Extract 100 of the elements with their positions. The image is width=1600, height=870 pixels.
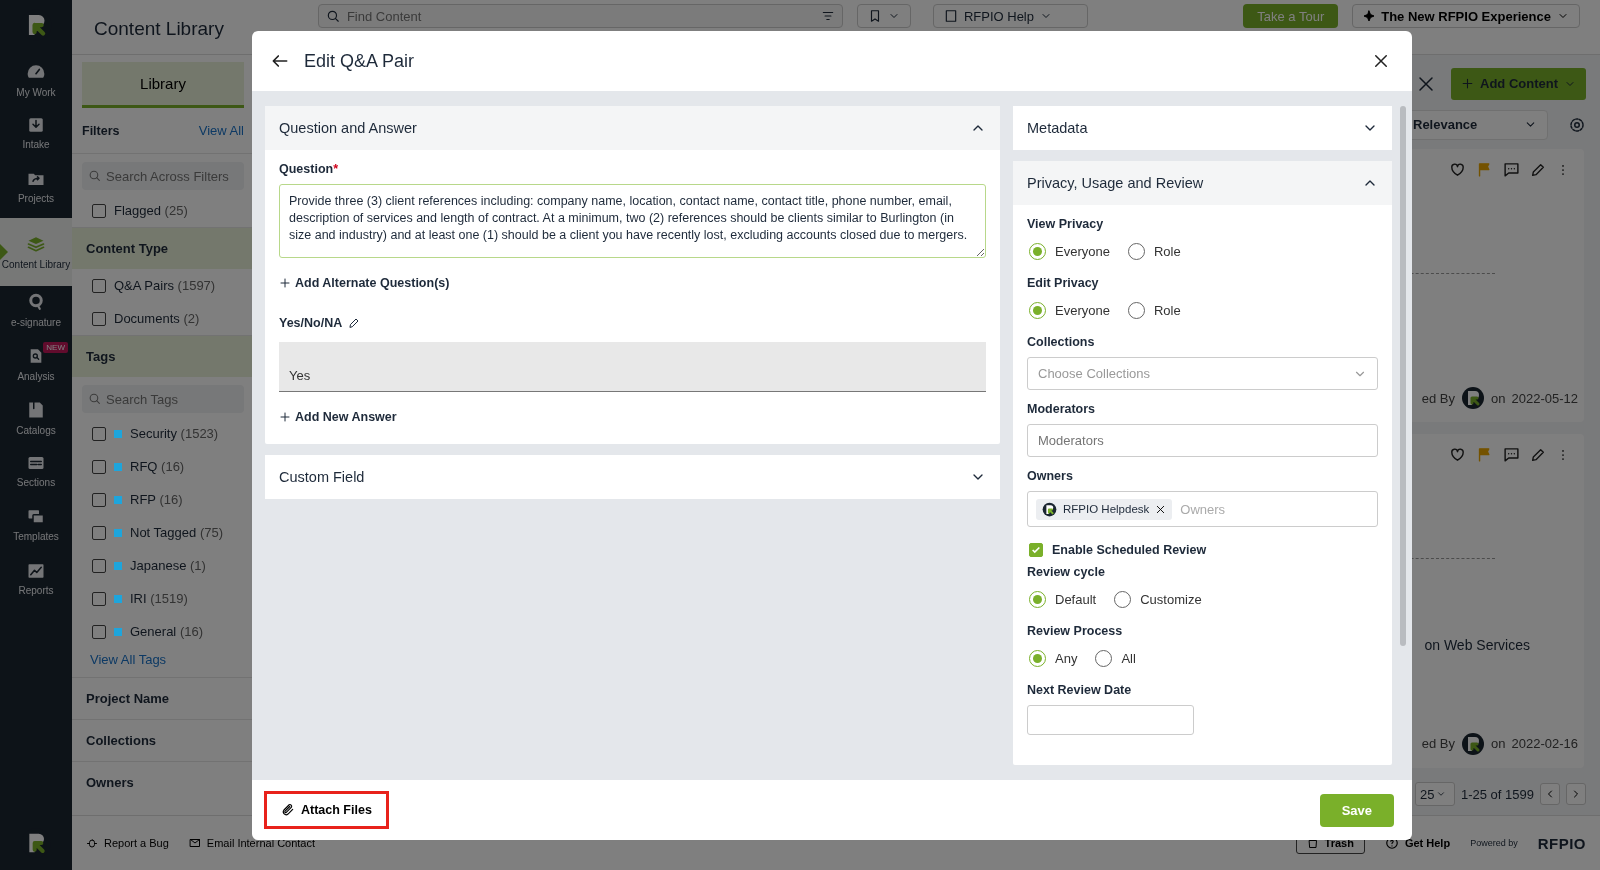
- bug-icon: [86, 837, 98, 849]
- checkbox[interactable]: [92, 591, 106, 606]
- checkbox[interactable]: [92, 311, 106, 326]
- tag-search-field[interactable]: Search Tags: [82, 385, 244, 413]
- radio-option[interactable]: All: [1095, 650, 1136, 667]
- nav-item[interactable]: Sections: [0, 448, 72, 502]
- on-label: on: [1491, 390, 1506, 406]
- avatar-logo-icon: [1461, 386, 1486, 411]
- radio-option[interactable]: Role: [1127, 243, 1181, 260]
- nav-item[interactable]: NEW Analysis: [0, 340, 72, 394]
- author-label: ed By: [1421, 390, 1456, 406]
- filter-group-header[interactable]: Content Type: [72, 227, 254, 269]
- date-field[interactable]: [1027, 705, 1194, 735]
- answer-label: Yes/No/NA: [279, 316, 343, 330]
- radio-option[interactable]: Everyone: [1029, 243, 1110, 260]
- remove-icon[interactable]: [1155, 503, 1167, 515]
- answer-field[interactable]: Yes: [279, 342, 986, 392]
- radio-option[interactable]: Any: [1029, 650, 1078, 667]
- checkbox[interactable]: [92, 203, 106, 218]
- field-label: View Privacy: [1027, 217, 1105, 231]
- mail-icon: [188, 837, 201, 849]
- field-label: Review Process: [1027, 624, 1124, 638]
- field-label: Edit Privacy: [1027, 276, 1100, 290]
- filter-option-label: Security (1523): [130, 426, 219, 441]
- nav-item[interactable]: Projects: [0, 164, 72, 218]
- previous-page-button[interactable]: [1540, 783, 1560, 806]
- nav-item[interactable]: Reports: [0, 556, 72, 610]
- owners-field[interactable]: RFPIO Helpdesk Owners: [1027, 491, 1378, 527]
- field-label: Next Review Date: [1027, 683, 1133, 697]
- view-all-link[interactable]: View All: [198, 123, 244, 138]
- filter-search-field[interactable]: Search Across Filters: [82, 162, 244, 190]
- nav-item[interactable]: e-signature: [0, 286, 72, 340]
- experience-button[interactable]: The New RFPIO Experience: [1352, 4, 1580, 28]
- owners-placeholder: Owners: [1180, 501, 1226, 517]
- add-answer-link[interactable]: Add New Answer: [279, 410, 397, 424]
- section-header[interactable]: Custom Field: [265, 455, 1000, 499]
- filter-option-label: Q&A Pairs (1597): [114, 278, 216, 293]
- view-all-tags-link[interactable]: View All Tags: [90, 652, 167, 667]
- nav-item[interactable]: Catalogs: [0, 394, 72, 448]
- plus-icon: [279, 277, 291, 289]
- pencil-icon: [348, 317, 361, 329]
- card-date: 2022-05-12: [1511, 390, 1578, 406]
- question-label: Question*: [279, 162, 340, 176]
- checkbox[interactable]: [92, 525, 106, 540]
- section-header[interactable]: Metadata: [1013, 106, 1392, 150]
- signature-icon: [27, 292, 45, 312]
- filter-option-label: RFP (16): [130, 492, 183, 507]
- email-contact-link[interactable]: Email Internal Contact: [188, 837, 316, 849]
- add-alternate-link[interactable]: Add Alternate Question(s): [279, 276, 450, 290]
- close-icon: [1372, 52, 1390, 70]
- help-dropdown[interactable]: RFPIO Help: [932, 4, 1088, 28]
- report-bug-link[interactable]: Report a Bug: [86, 837, 169, 849]
- sections-icon: [26, 454, 46, 472]
- checkbox[interactable]: [92, 459, 106, 474]
- search-field[interactable]: Find Content: [317, 4, 843, 28]
- catalog-icon: [27, 400, 45, 420]
- checkbox[interactable]: [92, 558, 106, 573]
- checkbox[interactable]: [1029, 543, 1043, 557]
- close-button[interactable]: [1372, 52, 1390, 70]
- download-tray-icon: [27, 116, 45, 134]
- nav-item[interactable]: My Work: [0, 56, 72, 110]
- active-indicator: [0, 244, 8, 260]
- bookmark-dropdown[interactable]: [856, 4, 911, 28]
- on-label: on: [1491, 736, 1506, 752]
- radio-option[interactable]: Customize: [1114, 591, 1202, 608]
- filters-title: Filters: [82, 123, 120, 138]
- collections-select[interactable]: Choose Collections: [1027, 357, 1378, 390]
- filter-option-label: RFQ (16): [130, 459, 185, 474]
- checkbox[interactable]: [92, 624, 106, 639]
- page-size-select[interactable]: 25: [1415, 782, 1455, 807]
- radio-option[interactable]: Role: [1127, 302, 1181, 319]
- next-page-button[interactable]: [1566, 783, 1586, 806]
- section-header[interactable]: Question and Answer: [265, 106, 1000, 150]
- dialog-title: Edit Q&A Pair: [304, 50, 416, 72]
- library-tab[interactable]: Library: [82, 62, 244, 108]
- checkbox[interactable]: [92, 278, 106, 293]
- filter-option-label: Japanese (1): [130, 558, 206, 573]
- search-icon: [88, 392, 101, 405]
- moderators-field[interactable]: Moderators: [1027, 424, 1378, 457]
- trash-icon: [1306, 837, 1319, 849]
- filter-icon: [820, 9, 835, 23]
- checkbox[interactable]: [92, 492, 106, 507]
- question-field[interactable]: Provide three (3) client references including: company name, location, contact name, contact title, phone number, email, description of services and length of contract. At a minimum, two (2) references should be clients similar to Burlington (in size and industry) and at least one (1) should be a client you have recently lost, excluding accounts closed due to mergers.: [279, 184, 986, 258]
- save-button[interactable]: Save: [1319, 793, 1394, 827]
- filter-option-label: Documents (2): [114, 311, 200, 326]
- nav-item[interactable]: Intake: [0, 110, 72, 164]
- chip-label: RFPIO Helpdesk: [1063, 503, 1150, 515]
- field-label: Collections: [1027, 335, 1096, 349]
- filter-group-header[interactable]: Tags: [72, 335, 254, 377]
- get-help-link[interactable]: Get Help: [1384, 836, 1451, 850]
- plus-icon: [1461, 77, 1474, 91]
- nav-item[interactable]: Templates: [0, 502, 72, 556]
- templates-icon: [26, 508, 46, 526]
- radio-option[interactable]: Everyone: [1029, 302, 1110, 319]
- plus-icon: [279, 411, 291, 423]
- checkbox[interactable]: [92, 426, 106, 441]
- section-header[interactable]: Privacy, Usage and Review: [1013, 161, 1392, 205]
- filter-option-label: General (16): [130, 624, 203, 639]
- radio-option[interactable]: Default: [1029, 591, 1097, 608]
- nav-item[interactable]: Content Library: [0, 218, 72, 286]
